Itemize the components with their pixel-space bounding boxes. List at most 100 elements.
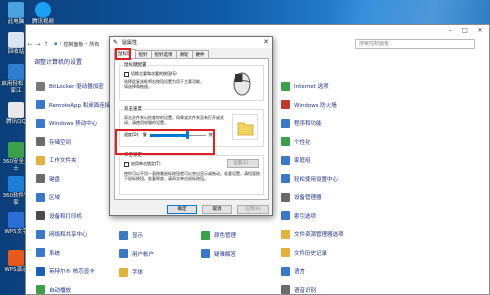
app-icon[interactable] xyxy=(8,102,24,118)
ok-button[interactable]: 确定 xyxy=(167,205,197,214)
control-panel-item[interactable]: 个性化 xyxy=(281,137,311,147)
cancel-button[interactable]: 取消 xyxy=(202,205,232,214)
control-panel-item[interactable]: 疑难解答 xyxy=(201,249,236,259)
item-label: 语言 xyxy=(294,269,306,275)
item-label: 字体 xyxy=(132,270,144,276)
maximize-button[interactable]: □ xyxy=(458,25,472,36)
item-icon xyxy=(36,81,45,91)
search-input[interactable]: 搜索控制面板 xyxy=(355,39,475,49)
up-arrow-icon[interactable]: ↑ xyxy=(42,41,50,48)
item-label: 颜色管理 xyxy=(214,233,237,239)
control-panel-item[interactable]: 设备和打印机 xyxy=(36,211,82,221)
desktop-icon[interactable]: 此电脑 xyxy=(1,2,31,26)
item-label: 个性化 xyxy=(294,139,311,146)
item-icon xyxy=(36,266,45,276)
item-label: 设备和打印机 xyxy=(49,213,83,220)
item-label: Windows 移动中心 xyxy=(49,121,98,127)
control-panel-item[interactable]: 语音识别 xyxy=(281,285,316,295)
control-panel-item[interactable]: 存储空间 xyxy=(36,137,71,147)
item-label: 键盘 xyxy=(49,176,61,183)
item-label: 文件资源管理器选项 xyxy=(294,232,344,238)
app-icon[interactable] xyxy=(8,142,24,158)
item-label: 系统 xyxy=(49,250,61,257)
checkbox-box[interactable] xyxy=(124,161,129,167)
tab-item[interactable]: 指针 xyxy=(134,50,152,58)
item-label: Internet 选项 xyxy=(294,84,329,90)
control-panel-item[interactable]: 网络和共享中心 xyxy=(36,229,88,239)
control-panel-item[interactable]: 显示 xyxy=(119,230,143,240)
app-icon[interactable] xyxy=(35,2,51,18)
mouse-icon: ✎ xyxy=(113,39,119,46)
app-icon[interactable] xyxy=(8,250,24,266)
control-panel-item[interactable]: 工作文件夹 xyxy=(36,155,77,165)
minimize-button[interactable]: – xyxy=(443,25,457,36)
control-panel-item[interactable]: BitLocker 驱动器加密 xyxy=(36,81,104,91)
control-panel-item[interactable]: Internet 选项 xyxy=(281,81,329,91)
checkbox-label: 切换主要和次要的按钮(S) xyxy=(131,71,177,76)
item-label: 设备管理器 xyxy=(294,195,322,201)
control-panel-item[interactable]: 键盘 xyxy=(36,174,60,184)
forward-arrow-icon[interactable]: → xyxy=(34,41,42,48)
click-lock-checkbox[interactable]: 启用单击锁定(T) xyxy=(124,161,161,167)
item-icon xyxy=(281,248,290,257)
control-panel-item[interactable]: 区域 xyxy=(36,192,60,202)
control-panel-item[interactable]: 程序和功能 xyxy=(281,118,322,128)
control-panel-item[interactable]: 用户帐户 xyxy=(119,249,154,259)
item-icon xyxy=(36,155,45,165)
item-icon xyxy=(119,249,128,258)
control-panel-item[interactable]: Windows 移动中心 xyxy=(36,118,97,128)
item-label: 英特尔® 核芯显卡 xyxy=(49,269,95,275)
app-icon[interactable] xyxy=(8,32,24,48)
back-arrow-icon[interactable]: ← xyxy=(26,41,34,48)
control-panel-item[interactable]: 英特尔® 核芯显卡 xyxy=(36,266,95,276)
control-panel-item[interactable]: 语言 xyxy=(281,266,305,276)
control-panel-item[interactable]: 家庭组 xyxy=(281,155,311,165)
control-panel-item[interactable]: 颜色管理 xyxy=(201,230,236,240)
control-panel-item[interactable]: 文件历史记录 xyxy=(281,248,327,258)
item-label: 网络和共享中心 xyxy=(49,232,88,238)
app-icon[interactable] xyxy=(8,212,24,228)
item-icon xyxy=(281,118,290,128)
control-panel-item[interactable]: RemoteApp 和桌面连接 xyxy=(36,100,110,110)
dialog-titlebar: ✎ 鼠 属性 ✕ xyxy=(110,37,272,48)
control-panel-item[interactable]: Windows 防火墙 xyxy=(281,100,337,110)
control-panel-item[interactable]: 文件资源管理器选项 xyxy=(281,229,344,239)
desktop-icon[interactable]: 腾讯视频 xyxy=(28,2,58,26)
item-icon xyxy=(36,192,45,202)
item-icon xyxy=(201,249,210,258)
breadcrumb[interactable]: ▪ › 控制面板 › 所有 xyxy=(54,41,99,48)
control-panel-item[interactable]: 自动播放 xyxy=(36,285,71,295)
checkbox-box[interactable] xyxy=(124,71,129,77)
crumb-control-panel[interactable]: 控制面板 xyxy=(63,41,83,48)
item-icon xyxy=(281,285,290,294)
tab-item[interactable]: 滑轮 xyxy=(175,50,193,58)
folder-icon[interactable] xyxy=(233,115,257,139)
settings-button[interactable]: 设置(E)... xyxy=(227,159,259,168)
item-icon xyxy=(281,81,290,91)
close-icon[interactable]: ✕ xyxy=(263,37,269,48)
item-label: 家庭组 xyxy=(294,158,311,164)
item-label: 工作文件夹 xyxy=(49,158,77,164)
item-label: 文件历史记录 xyxy=(294,250,328,257)
app-icon[interactable] xyxy=(8,2,24,18)
group-label: 鼠标键配置 xyxy=(123,62,148,68)
item-icon xyxy=(36,100,45,109)
test-folder-area[interactable] xyxy=(232,114,258,140)
control-panel-item[interactable]: 字体 xyxy=(119,267,143,277)
switch-buttons-checkbox[interactable]: 切换主要和次要的按钮(S) xyxy=(124,71,177,77)
tab-item[interactable]: 硬件 xyxy=(191,50,209,58)
control-panel-item[interactable]: 轻松使用设置中心 xyxy=(281,174,338,184)
item-icon xyxy=(281,192,290,202)
click-lock-group: 单击锁定 启用单击锁定(T) 设置(E)... 使你可以不用一直按着鼠标按钮就可… xyxy=(119,152,264,195)
close-button[interactable]: ✕ xyxy=(473,25,487,36)
slider-highlight-annotation xyxy=(115,129,215,155)
control-panel-item[interactable]: 设备管理器 xyxy=(281,192,322,202)
app-icon[interactable] xyxy=(8,64,24,80)
tab-item[interactable]: 指针选项 xyxy=(150,50,177,58)
app-icon[interactable] xyxy=(8,176,24,192)
item-label: Windows 防火墙 xyxy=(294,102,337,109)
apply-button[interactable]: 应用(A) xyxy=(237,205,269,214)
control-panel-item[interactable]: 索引选项 xyxy=(281,211,316,221)
control-panel-item[interactable]: 系统 xyxy=(36,248,60,258)
crumb-all[interactable]: 所有 xyxy=(89,41,99,48)
